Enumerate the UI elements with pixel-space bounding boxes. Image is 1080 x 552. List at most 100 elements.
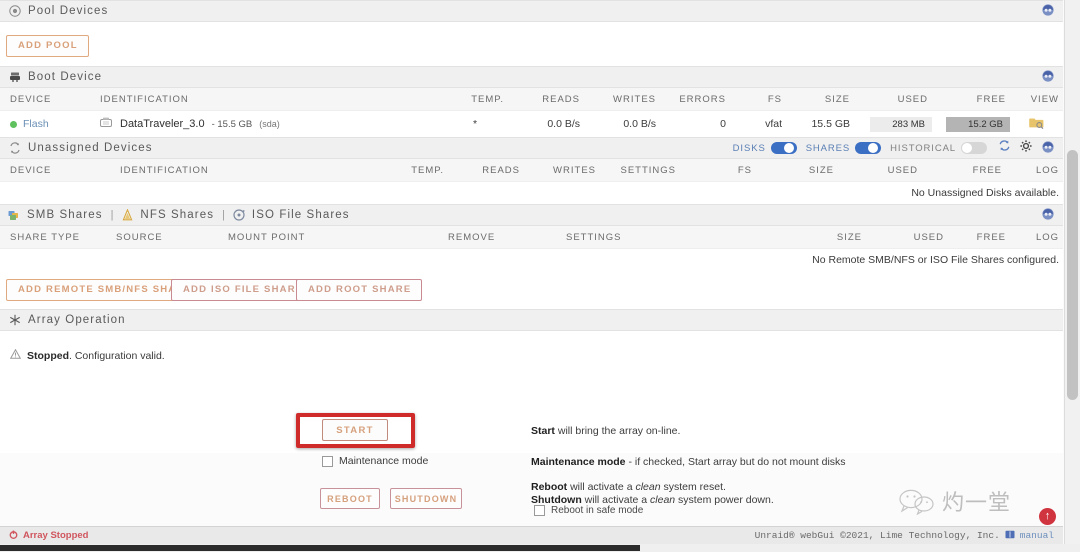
gear-icon[interactable]: [1020, 139, 1032, 157]
col-writes: WRITES: [524, 159, 600, 182]
col-identification: IDENTIFICATION: [110, 159, 370, 182]
toggle-disks-switch[interactable]: [770, 142, 797, 154]
help-icon[interactable]: [1041, 206, 1055, 225]
col-errors: ERRORS: [660, 88, 730, 111]
horizontal-scrollbar-thumb[interactable]: [0, 545, 640, 551]
col-reads: READS: [448, 159, 524, 182]
footer-status-text: Array Stopped: [23, 530, 89, 541]
start-array-button[interactable]: START: [322, 419, 388, 441]
array-icon: [8, 314, 21, 327]
toggle-disks[interactable]: DISKS: [733, 142, 797, 154]
col-mount-point: MOUNT POINT: [218, 226, 438, 249]
tab-iso-shares[interactable]: ISO File Shares: [233, 209, 350, 222]
add-pool-button[interactable]: ADD POOL: [6, 35, 89, 57]
unassigned-empty-text: No Unassigned Disks available.: [0, 181, 1063, 204]
wechat-icon: [898, 489, 938, 520]
help-icon[interactable]: [1041, 139, 1055, 158]
boot-device-title: Boot Device: [28, 71, 103, 83]
help-icon[interactable]: [1041, 68, 1055, 87]
tab-nfs-shares[interactable]: NFS Shares: [121, 209, 214, 222]
col-settings: SETTINGS: [556, 226, 676, 249]
tab-smb-shares[interactable]: SMB Shares: [8, 209, 103, 222]
section-boot-device: Boot Device DEVICE IDENTIFICATION TEMP. …: [0, 66, 1063, 137]
pool-devices-body: ADD POOL: [0, 22, 1063, 66]
desc-shutdown-mid: will activate a: [581, 494, 651, 506]
col-device: DEVICE: [0, 88, 90, 111]
vertical-scrollbar-thumb[interactable]: [1067, 150, 1078, 400]
toggle-historical-label: HISTORICAL: [890, 142, 956, 154]
array-status: Stopped. Configuration valid.: [9, 348, 165, 362]
cell-writes: 0.0 B/s: [584, 110, 660, 137]
maintenance-mode-label: Maintenance mode: [339, 455, 429, 467]
unraid-main-page: Pool Devices ADD POOL Boot Device DEVICE…: [0, 0, 1080, 552]
power-buttons-row: REBOOT SHUTDOWN: [320, 488, 462, 509]
reboot-button[interactable]: REBOOT: [320, 488, 380, 509]
col-used: USED: [854, 88, 932, 111]
manual-link[interactable]: manual: [1020, 530, 1054, 541]
usb-drive-icon: [100, 117, 113, 131]
wechat-watermark: 灼一堂: [898, 484, 1028, 524]
scroll-to-top-button[interactable]: ↑: [1039, 508, 1056, 525]
col-reads: READS: [508, 88, 584, 111]
empty-row: No Remote SMB/NFS or ISO File Shares con…: [0, 248, 1063, 271]
col-size: SIZE: [786, 88, 854, 111]
cell-errors: 0: [660, 110, 730, 137]
maintenance-mode-checkbox[interactable]: [322, 455, 333, 467]
desc-shutdown-end: system power down.: [675, 494, 774, 506]
desc-reboot-mid: will activate a: [567, 481, 636, 493]
cell-device[interactable]: Flash: [0, 110, 90, 137]
maintenance-mode-row[interactable]: Maintenance mode: [322, 455, 428, 467]
desc-start-rest: will bring the array on-line.: [554, 425, 681, 437]
desc-start: Start will bring the array on-line.: [531, 424, 680, 439]
section-unassigned-devices: Unassigned Devices DISKS SHARES HISTORIC…: [0, 137, 1063, 204]
device-link[interactable]: Flash: [23, 118, 49, 130]
cell-fs: vfat: [730, 110, 786, 137]
desc-maint-rest: - if checked, Start array but do not mou…: [625, 456, 846, 468]
watermark-text: 灼一堂: [942, 491, 1012, 516]
shares-table: SHARE TYPE SOURCE MOUNT POINT REMOVE SET…: [0, 226, 1063, 271]
device-name: DataTraveler_3.0: [120, 118, 205, 130]
unassigned-header-row: DEVICE IDENTIFICATION TEMP. READS WRITES…: [0, 159, 1063, 182]
col-temp: TEMP.: [370, 159, 448, 182]
toggle-shares-switch[interactable]: [855, 142, 882, 154]
manual-book-icon[interactable]: [1005, 530, 1015, 542]
cell-view[interactable]: [1010, 110, 1063, 137]
unassigned-devices-title: Unassigned Devices: [28, 142, 153, 154]
status-footer: Array Stopped Unraid® webGui ©2021, Lime…: [0, 526, 1063, 544]
add-root-share-button[interactable]: ADD ROOT SHARE: [296, 279, 423, 301]
tab-separator-2: |: [222, 209, 225, 221]
add-iso-file-share-button[interactable]: ADD ISO FILE SHARE: [171, 279, 315, 301]
folder-search-icon[interactable]: [1029, 118, 1044, 132]
table-row[interactable]: Flash DataTraveler_3.0 - 15.5 GB (sda) *…: [0, 110, 1063, 137]
pool-devices-header: Pool Devices: [0, 0, 1063, 22]
boot-device-header-row: DEVICE IDENTIFICATION TEMP. READS WRITES…: [0, 88, 1063, 111]
free-bar: 15.2 GB: [946, 116, 1010, 132]
help-icon[interactable]: [1041, 2, 1055, 21]
device-size-inline: - 15.5 GB: [211, 118, 253, 130]
unassigned-devices-header-actions: DISKS SHARES HISTORICAL: [733, 138, 1055, 158]
pool-devices-title: Pool Devices: [28, 5, 109, 17]
refresh-icon[interactable]: [998, 139, 1011, 157]
shutdown-button[interactable]: SHUTDOWN: [390, 488, 462, 509]
desc-maint-bold: Maintenance mode: [531, 456, 626, 468]
section-shares: SMB Shares | NFS Shares | ISO File Share…: [0, 204, 1063, 309]
horizontal-scrollbar[interactable]: [0, 544, 1080, 552]
toggle-shares[interactable]: SHARES: [805, 142, 882, 154]
footer-copyright: Unraid® webGui ©2021, Lime Technology, I…: [754, 530, 1000, 541]
desc-reboot-end: system reset.: [660, 481, 726, 493]
shares-header-row: SHARE TYPE SOURCE MOUNT POINT REMOVE SET…: [0, 226, 1063, 249]
device-node: (sda): [259, 119, 280, 129]
tab-separator-1: |: [110, 209, 114, 221]
toggle-shares-label: SHARES: [805, 142, 851, 154]
arrow-up-icon: ↑: [1044, 510, 1051, 522]
boot-device-header-actions: [1041, 67, 1055, 87]
col-log: LOG: [1010, 226, 1063, 249]
array-operation-header: Array Operation: [0, 309, 1063, 331]
toggle-historical[interactable]: HISTORICAL: [890, 142, 987, 154]
smb-icon: [8, 209, 21, 222]
vertical-scrollbar[interactable]: [1064, 0, 1080, 544]
unassigned-devices-table: DEVICE IDENTIFICATION TEMP. READS WRITES…: [0, 159, 1063, 204]
unassigned-devices-header: Unassigned Devices DISKS SHARES HISTORIC…: [0, 137, 1063, 159]
toggle-historical-switch[interactable]: [961, 142, 987, 154]
used-bar: 283 MB: [870, 116, 932, 132]
